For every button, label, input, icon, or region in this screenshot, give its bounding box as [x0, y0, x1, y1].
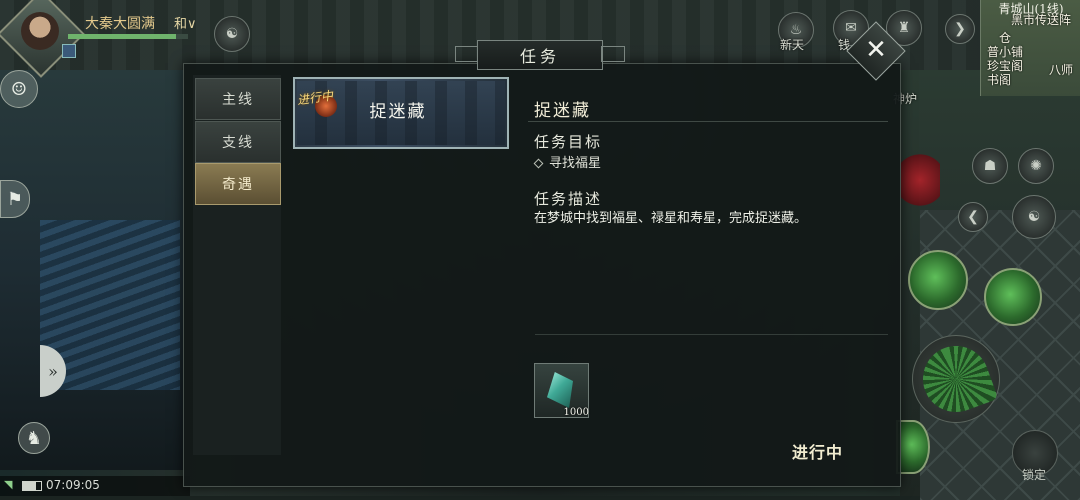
tab-main-quest[interactable]: 主线: [195, 78, 281, 120]
quest-progress-button[interactable]: 进行中: [792, 439, 843, 463]
goal-item: 寻找福星: [533, 152, 602, 171]
title-ornament-left: [455, 46, 479, 62]
crystal-icon: [547, 372, 573, 408]
spiral-icon[interactable]: ✺: [1018, 148, 1054, 184]
player-hp-bar: [68, 34, 188, 39]
player-avatar[interactable]: [21, 12, 59, 50]
target-lock-label: 锁定: [1022, 468, 1047, 482]
quest-panel: [183, 63, 901, 487]
left-building: [0, 70, 185, 470]
tab-adventure[interactable]: 奇遇: [195, 163, 281, 205]
skill-2-icon[interactable]: [984, 268, 1042, 326]
chevron-left-icon[interactable]: ❮: [958, 202, 988, 232]
minimap-marker: 黑市传送阵: [1011, 13, 1072, 27]
reward-slot[interactable]: 1000: [534, 363, 589, 418]
fan-icon: [913, 336, 999, 422]
minimap-marker: 珍宝阁: [987, 59, 1024, 73]
panel-header: 任务: [455, 38, 625, 72]
skill-3-icon[interactable]: [896, 420, 930, 474]
quest-detail-title: 捉迷藏: [534, 101, 591, 121]
server-selector[interactable]: 和∨: [174, 13, 197, 32]
diamond-bullet-icon: [533, 158, 544, 169]
new-event-label: 新天: [780, 38, 805, 52]
skill-1-icon[interactable]: [908, 250, 968, 310]
minimap-marker: 仓: [999, 31, 1012, 45]
reward-divider: [535, 334, 888, 335]
chevron-right-icon[interactable]: ❯: [945, 14, 975, 44]
close-icon[interactable]: ✕: [859, 33, 893, 67]
description-text: 在梦城中找到福星、禄星和寿星，完成捉迷藏。: [534, 211, 808, 226]
player-hp-fill: [68, 34, 176, 39]
quest-name[interactable]: 捉迷藏: [343, 97, 453, 122]
attack-button[interactable]: [912, 335, 1000, 423]
wifi-icon: ◥: [4, 478, 13, 491]
tab-side-quest[interactable]: 支线: [195, 121, 281, 163]
clock-time: 07:09:05: [46, 478, 100, 492]
minimap-marker: 普小铺: [987, 45, 1024, 59]
system-status-bar: ◥ 07:09:05: [0, 476, 190, 496]
minimap-marker: 书阁: [987, 73, 1012, 87]
description-heading: 任务描述: [534, 190, 603, 208]
bag-icon[interactable]: ☗: [972, 148, 1008, 184]
goal-text: 寻找福星: [549, 156, 602, 171]
divider: [528, 121, 888, 122]
panel-title: 任务: [477, 40, 603, 70]
buff-icon[interactable]: [62, 44, 76, 58]
pet-icon[interactable]: ♞: [18, 422, 50, 454]
mask-icon[interactable]: ☯: [214, 16, 250, 52]
minimap[interactable]: 青城山(1线) 黑市传送阵 仓 普小铺 珍宝阁 书阁 八师: [980, 0, 1080, 96]
reward-count: 1000: [563, 407, 589, 418]
player-name: 大秦大圆满: [85, 16, 155, 32]
minimap-marker: 八师: [1049, 63, 1074, 77]
yin-yang-icon[interactable]: ☯: [1012, 195, 1056, 239]
red-lantern: [900, 150, 940, 210]
title-ornament-right: [601, 46, 625, 62]
goal-heading: 任务目标: [534, 133, 603, 151]
chat-bubble-icon[interactable]: ☺: [0, 70, 38, 108]
battery-icon: [22, 481, 42, 491]
